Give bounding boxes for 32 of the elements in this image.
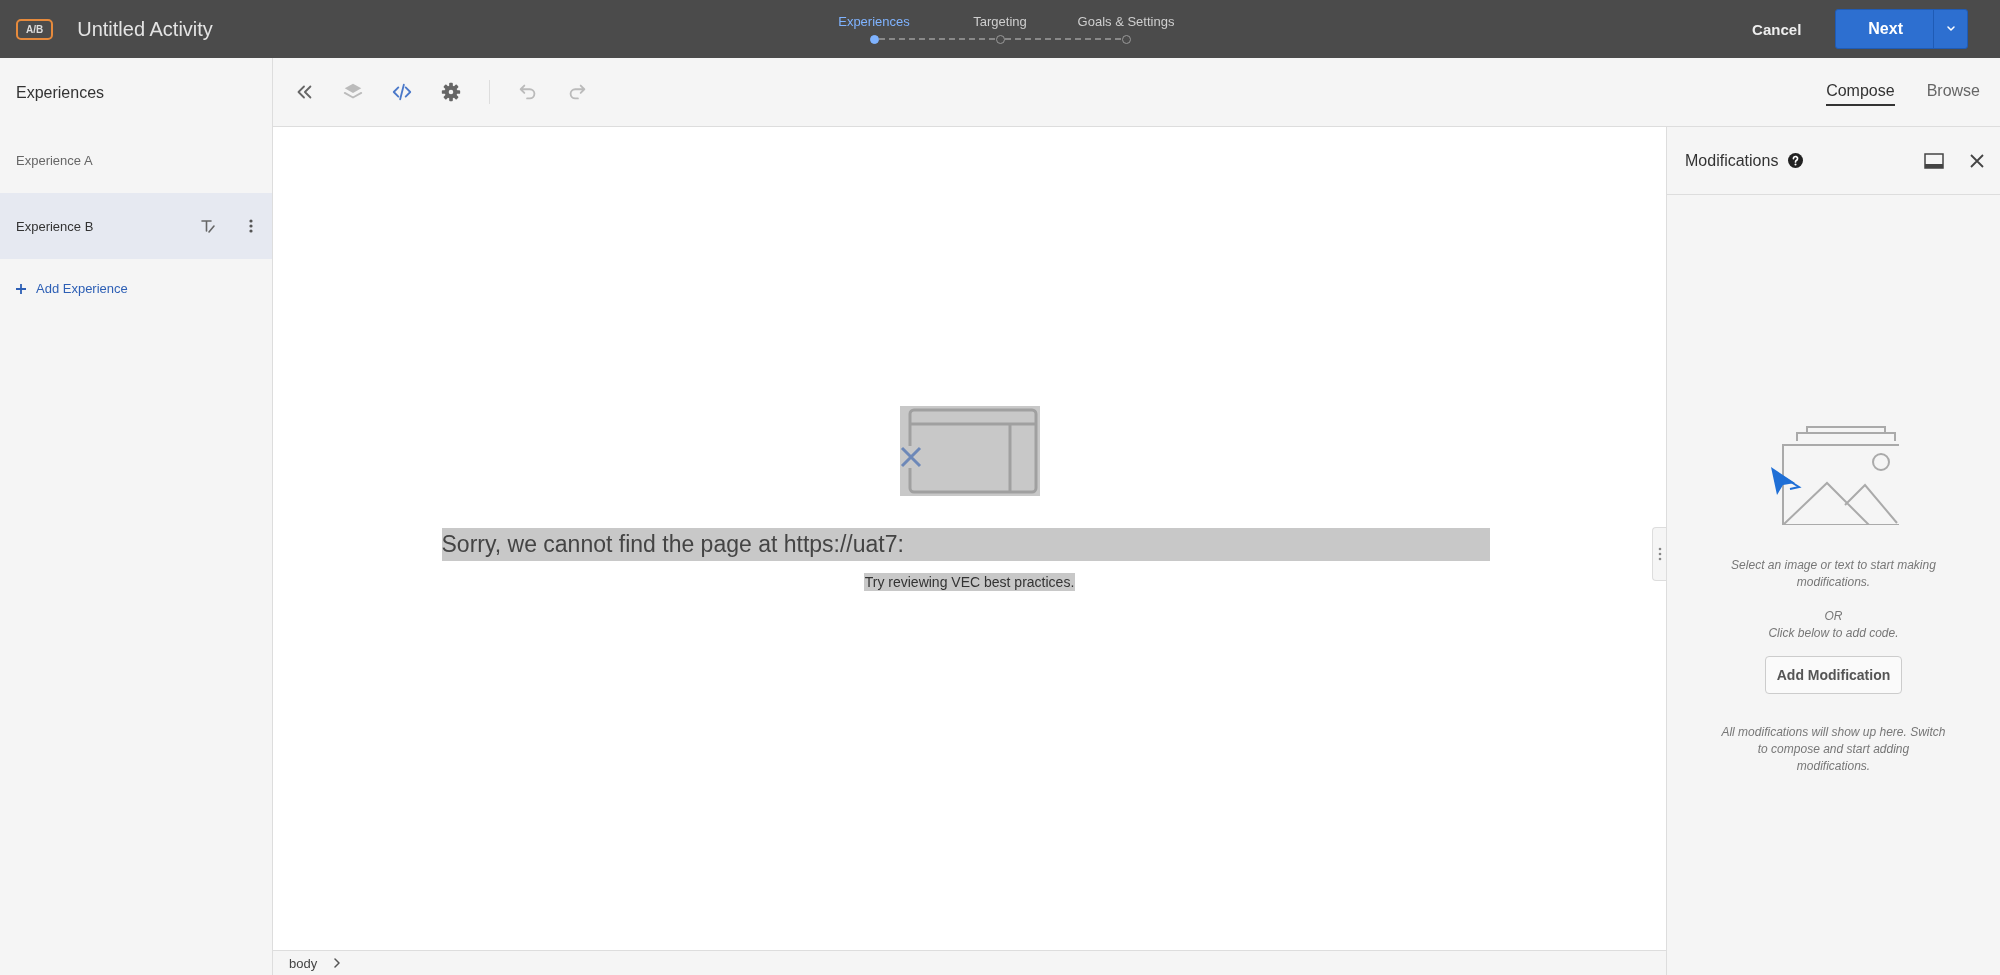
breadcrumb-item[interactable]: body bbox=[289, 955, 318, 971]
mode-tab[interactable]: Browse bbox=[1926, 78, 1980, 106]
close-icon[interactable] bbox=[1970, 153, 1984, 168]
panel-title: Modifications bbox=[1685, 151, 1779, 170]
help-icon[interactable] bbox=[1788, 153, 1804, 168]
dock-icon[interactable] bbox=[1924, 152, 1944, 169]
hint-text: Try reviewing VEC best practices. bbox=[863, 573, 1076, 591]
add-experience-link[interactable]: Add Experience bbox=[0, 259, 272, 318]
activity-type-badge: A/B bbox=[16, 18, 54, 40]
code-icon[interactable] bbox=[391, 81, 413, 103]
image-select-illustration-icon bbox=[1768, 425, 1899, 525]
error-message: Sorry, we cannot find the page at https://uat7: bbox=[441, 528, 1490, 561]
or-text: OR bbox=[1823, 608, 1844, 625]
workflow-step[interactable]: Experiences bbox=[811, 14, 937, 44]
instruction-text: Select an image or text to start making modifications. bbox=[1730, 557, 1937, 591]
sidebar-title: Experiences bbox=[16, 83, 105, 102]
settings-icon[interactable] bbox=[440, 81, 462, 103]
experience-item[interactable]: Experience B bbox=[0, 193, 272, 259]
experience-item[interactable]: Experience A bbox=[0, 127, 272, 193]
plus-icon bbox=[16, 283, 26, 294]
add-modification-button[interactable]: Add Modification bbox=[1764, 656, 1903, 694]
chevron-right-icon bbox=[333, 958, 342, 968]
activity-title: Untitled Activity bbox=[77, 17, 213, 41]
cancel-button[interactable]: Cancel bbox=[1746, 19, 1808, 39]
chevron-down-icon bbox=[1945, 25, 1956, 33]
footer-text: All modifications will show up here. Switch to compose and start adding modifications. bbox=[1720, 724, 1947, 775]
workflow-step[interactable]: Targeting bbox=[937, 14, 1063, 44]
code-hint-text: Click below to add code. bbox=[1767, 625, 1900, 642]
resize-handle[interactable] bbox=[1652, 527, 1666, 581]
broken-image-icon bbox=[899, 406, 1040, 496]
mode-tab[interactable]: Compose bbox=[1826, 78, 1895, 106]
workflow-step[interactable]: Goals & Settings bbox=[1063, 14, 1189, 44]
